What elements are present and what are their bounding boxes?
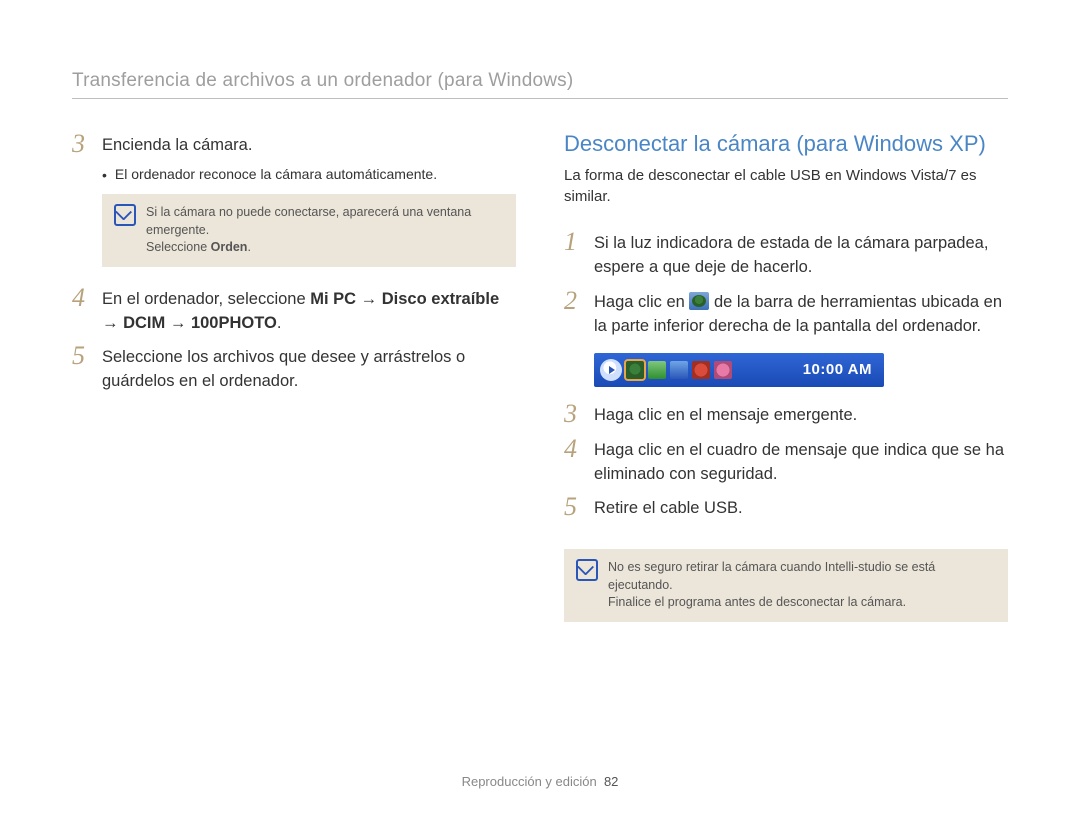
right-section-title: Desconectar la cámara (para Windows XP)	[564, 131, 1008, 157]
note-text: Si la cámara no puede conectarse, aparec…	[146, 204, 504, 257]
step-number: 3	[72, 131, 92, 158]
note-line1: Si la cámara no puede conectarse, aparec…	[146, 205, 471, 237]
s4-b1: Mi PC	[310, 290, 356, 308]
footer-page-number: 82	[604, 774, 618, 789]
left-step-3: 3 Encienda la cámara.	[72, 131, 516, 158]
note-line2-post: .	[247, 240, 250, 254]
right-note-box: No es seguro retirar la cámara cuando In…	[564, 549, 1008, 622]
header-divider	[72, 98, 1008, 99]
step-text: En el ordenador, seleccione Mi PC → Disc…	[102, 285, 516, 336]
tray-safely-remove-icon	[626, 361, 644, 379]
note-text: No es seguro retirar la cámara cuando In…	[608, 559, 996, 612]
s4-ar3: →	[165, 314, 191, 332]
left-step-5: 5 Seleccione los archivos que desee y ar…	[72, 343, 516, 394]
step-text: Seleccione los archivos que desee y arrá…	[102, 343, 516, 394]
step-number: 5	[72, 343, 92, 394]
right-column: Desconectar la cámara (para Windows XP) …	[564, 131, 1008, 640]
note-icon	[114, 204, 136, 226]
s4-ar1: →	[356, 290, 382, 308]
step-number: 1	[564, 229, 584, 280]
s4-dot: .	[277, 314, 282, 332]
step-text: Haga clic en el mensaje emergente.	[594, 401, 857, 428]
taskbar-clock: 10:00 AM	[803, 361, 878, 378]
taskbar-expand-icon	[600, 359, 622, 381]
step-number: 3	[564, 401, 584, 428]
step-number: 4	[72, 285, 92, 336]
left-column: 3 Encienda la cámara. • El ordenador rec…	[72, 131, 516, 640]
content-columns: 3 Encienda la cámara. • El ordenador rec…	[72, 131, 1008, 640]
page: Transferencia de archivos a un ordenador…	[0, 0, 1080, 815]
tray-icon	[714, 361, 732, 379]
rnote-line1: No es seguro retirar la cámara cuando In…	[608, 560, 935, 592]
step-number: 5	[564, 494, 584, 521]
page-footer: Reproducción y edición 82	[0, 774, 1080, 789]
step-text: Retire el cable USB.	[594, 494, 743, 521]
s4-b4: 100PHOTO	[191, 314, 277, 332]
page-header-title: Transferencia de archivos a un ordenador…	[72, 70, 1008, 92]
left-step3-bullet: • El ordenador reconoce la cámara automá…	[102, 166, 516, 184]
left-note-box: Si la cámara no puede conectarse, aparec…	[102, 194, 516, 267]
right-step-5: 5 Retire el cable USB.	[564, 494, 1008, 521]
note-line2-bold: Orden	[211, 240, 248, 254]
step-text: Si la luz indicadora de estada de la cám…	[594, 229, 1008, 280]
tray-volume-icon	[692, 361, 710, 379]
footer-section: Reproducción y edición	[462, 774, 597, 789]
s4-pre: En el ordenador, seleccione	[102, 290, 310, 308]
rnote-line2: Finalice el programa antes de desconecta…	[608, 595, 906, 609]
s2-pre: Haga clic en	[594, 293, 689, 311]
bullet-text: El ordenador reconoce la cámara automáti…	[115, 166, 437, 184]
safely-remove-icon	[689, 292, 709, 310]
note-line2-pre: Seleccione	[146, 240, 211, 254]
tray-icon	[648, 361, 666, 379]
left-step-4: 4 En el ordenador, seleccione Mi PC → Di…	[72, 285, 516, 336]
step-number: 2	[564, 288, 584, 339]
right-step-1: 1 Si la luz indicadora de estada de la c…	[564, 229, 1008, 280]
step-text: Haga clic en de la barra de herramientas…	[594, 288, 1008, 339]
windows-taskbar-screenshot: 10:00 AM	[594, 353, 884, 387]
step-text: Encienda la cámara.	[102, 131, 252, 158]
right-step-3: 3 Haga clic en el mensaje emergente.	[564, 401, 1008, 428]
s4-ar2: →	[102, 314, 123, 332]
note-icon	[576, 559, 598, 581]
right-step-4: 4 Haga clic en el cuadro de mensaje que …	[564, 436, 1008, 487]
s4-b3: DCIM	[123, 314, 165, 332]
system-tray	[626, 361, 732, 379]
bullet-dot-icon: •	[102, 166, 107, 184]
right-step-2: 2 Haga clic en de la barra de herramient…	[564, 288, 1008, 339]
step-number: 4	[564, 436, 584, 487]
s4-b2: Disco extraíble	[382, 290, 499, 308]
step-text: Haga clic en el cuadro de mensaje que in…	[594, 436, 1008, 487]
right-subtitle: La forma de desconectar el cable USB en …	[564, 165, 1008, 207]
tray-icon	[670, 361, 688, 379]
